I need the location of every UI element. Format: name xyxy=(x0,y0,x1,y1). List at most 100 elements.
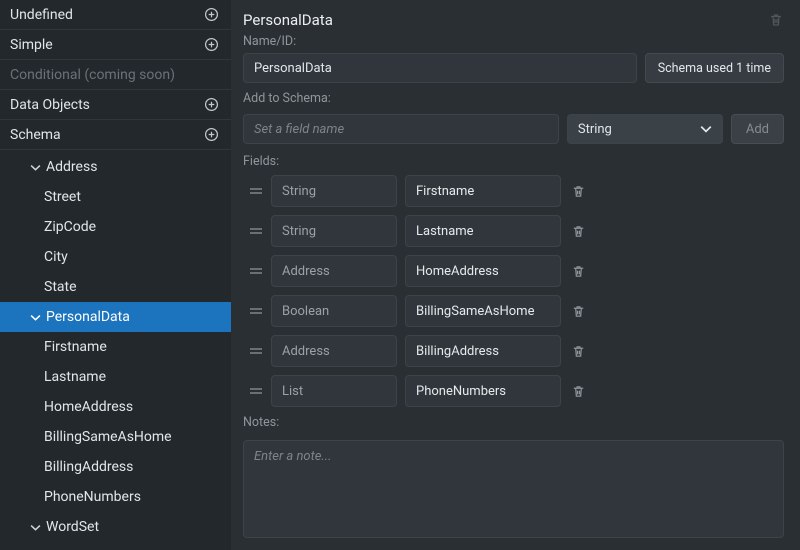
chevron-down-icon xyxy=(28,522,42,533)
field-type-input[interactable]: Boolean xyxy=(271,295,397,327)
node-label: WordSet xyxy=(46,519,99,535)
chevron-down-icon xyxy=(28,312,42,323)
field-type: Address xyxy=(282,344,330,359)
field-name: HomeAddress xyxy=(416,264,499,279)
field-row: String Firstname xyxy=(243,175,784,207)
tree-leaf[interactable]: State xyxy=(0,272,231,302)
field-name-input[interactable]: PhoneNumbers xyxy=(405,375,561,407)
node-label: Firstname xyxy=(44,339,107,355)
trash-icon[interactable] xyxy=(768,12,784,28)
field-type-input[interactable]: Address xyxy=(271,255,397,287)
drag-handle-icon[interactable] xyxy=(247,386,265,396)
field-type-input[interactable]: List xyxy=(271,375,397,407)
sidebar-section-data-objects[interactable]: Data Objects xyxy=(0,90,231,120)
trash-icon[interactable] xyxy=(571,344,586,359)
field-type: Boolean xyxy=(282,304,329,319)
section-label: Schema xyxy=(10,127,61,143)
field-row: List PhoneNumbers xyxy=(243,375,784,407)
field-row: Address HomeAddress xyxy=(243,255,784,287)
plus-icon[interactable] xyxy=(203,7,219,23)
selected-type: String xyxy=(578,122,612,137)
placeholder-text: Set a field name xyxy=(254,122,344,137)
node-label: BillingSameAsHome xyxy=(44,429,172,445)
field-name-input[interactable]: BillingSameAsHome xyxy=(405,295,561,327)
fields-list: String Firstname String Lastname Address Home… xyxy=(243,175,784,407)
add-label: Add to Schema: xyxy=(243,91,784,106)
plus-icon[interactable] xyxy=(203,37,219,53)
name-label: Name/ID: xyxy=(243,34,784,49)
field-type: String xyxy=(282,184,316,199)
trash-icon[interactable] xyxy=(571,384,586,399)
node-label: Lastname xyxy=(44,369,106,385)
sidebar: Undefined Simple Conditional (coming soo… xyxy=(0,0,231,550)
field-name: BillingSameAsHome xyxy=(416,304,534,319)
page-title: PersonalData xyxy=(243,11,333,29)
drag-handle-icon[interactable] xyxy=(247,306,265,316)
field-type: String xyxy=(282,224,316,239)
type-select[interactable]: String xyxy=(567,114,723,144)
drag-handle-icon[interactable] xyxy=(247,226,265,236)
node-label: Address xyxy=(46,159,97,175)
fields-label: Fields: xyxy=(243,154,784,169)
notes-placeholder: Enter a note... xyxy=(254,449,331,464)
field-type: Address xyxy=(282,264,330,279)
field-name-input[interactable]: Firstname xyxy=(405,175,561,207)
plus-icon[interactable] xyxy=(203,97,219,113)
tree-node-address[interactable]: Address xyxy=(0,152,231,182)
field-name-input[interactable]: HomeAddress xyxy=(405,255,561,287)
new-field-name-input[interactable]: Set a field name xyxy=(243,114,559,144)
trash-icon[interactable] xyxy=(571,304,586,319)
section-label: Conditional (coming soon) xyxy=(10,67,175,83)
node-label: City xyxy=(44,249,68,265)
chevron-down-icon xyxy=(700,123,712,135)
plus-icon[interactable] xyxy=(203,127,219,143)
tree-leaf[interactable]: Firstname xyxy=(0,332,231,362)
tree-leaf[interactable]: Lastname xyxy=(0,362,231,392)
node-label: PersonalData xyxy=(46,309,130,325)
section-label: Undefined xyxy=(10,7,73,23)
trash-icon[interactable] xyxy=(571,224,586,239)
field-name: Firstname xyxy=(416,184,474,199)
tree-node-wordset[interactable]: WordSet xyxy=(0,512,231,542)
notes-textarea[interactable]: Enter a note... xyxy=(243,440,784,538)
field-type-input[interactable]: String xyxy=(271,175,397,207)
node-label: ZipCode xyxy=(44,219,96,235)
node-label: Street xyxy=(44,189,81,205)
section-label: Data Objects xyxy=(10,97,90,113)
sidebar-section-simple[interactable]: Simple xyxy=(0,30,231,60)
node-label: PhoneNumbers xyxy=(44,489,141,505)
field-name: PhoneNumbers xyxy=(416,384,506,399)
tree-leaf[interactable]: BillingSameAsHome xyxy=(0,422,231,452)
trash-icon[interactable] xyxy=(571,184,586,199)
name-input[interactable]: PersonalData xyxy=(243,53,637,83)
drag-handle-icon[interactable] xyxy=(247,346,265,356)
trash-icon[interactable] xyxy=(571,264,586,279)
node-label: BillingAddress xyxy=(44,459,133,475)
drag-handle-icon[interactable] xyxy=(247,266,265,276)
tree-node-personaldata[interactable]: PersonalData xyxy=(0,302,231,332)
field-type-input[interactable]: Address xyxy=(271,335,397,367)
tree-leaf[interactable]: BillingAddress xyxy=(0,452,231,482)
sidebar-section-conditional: Conditional (coming soon) xyxy=(0,60,231,90)
node-label: HomeAddress xyxy=(44,399,133,415)
tree-leaf[interactable]: City xyxy=(0,242,231,272)
add-button[interactable]: Add xyxy=(731,114,784,144)
field-name-input[interactable]: Lastname xyxy=(405,215,561,247)
tree-leaf[interactable]: Street xyxy=(0,182,231,212)
drag-handle-icon[interactable] xyxy=(247,186,265,196)
usage-badge[interactable]: Schema used 1 time xyxy=(645,53,784,83)
sidebar-section-undefined[interactable]: Undefined xyxy=(0,0,231,30)
field-name: Lastname xyxy=(416,224,474,239)
field-name-input[interactable]: BillingAddress xyxy=(405,335,561,367)
schema-tree: Address Street ZipCode City State Person… xyxy=(0,150,231,550)
field-type: List xyxy=(282,384,303,399)
node-label: State xyxy=(44,279,77,295)
section-label: Simple xyxy=(10,37,53,53)
tree-leaf[interactable]: ZipCode xyxy=(0,212,231,242)
field-type-input[interactable]: String xyxy=(271,215,397,247)
sidebar-section-schema[interactable]: Schema xyxy=(0,120,231,150)
name-value: PersonalData xyxy=(254,61,332,76)
tree-leaf[interactable]: PhoneNumbers xyxy=(0,482,231,512)
chevron-down-icon xyxy=(28,162,42,173)
tree-leaf[interactable]: HomeAddress xyxy=(0,392,231,422)
